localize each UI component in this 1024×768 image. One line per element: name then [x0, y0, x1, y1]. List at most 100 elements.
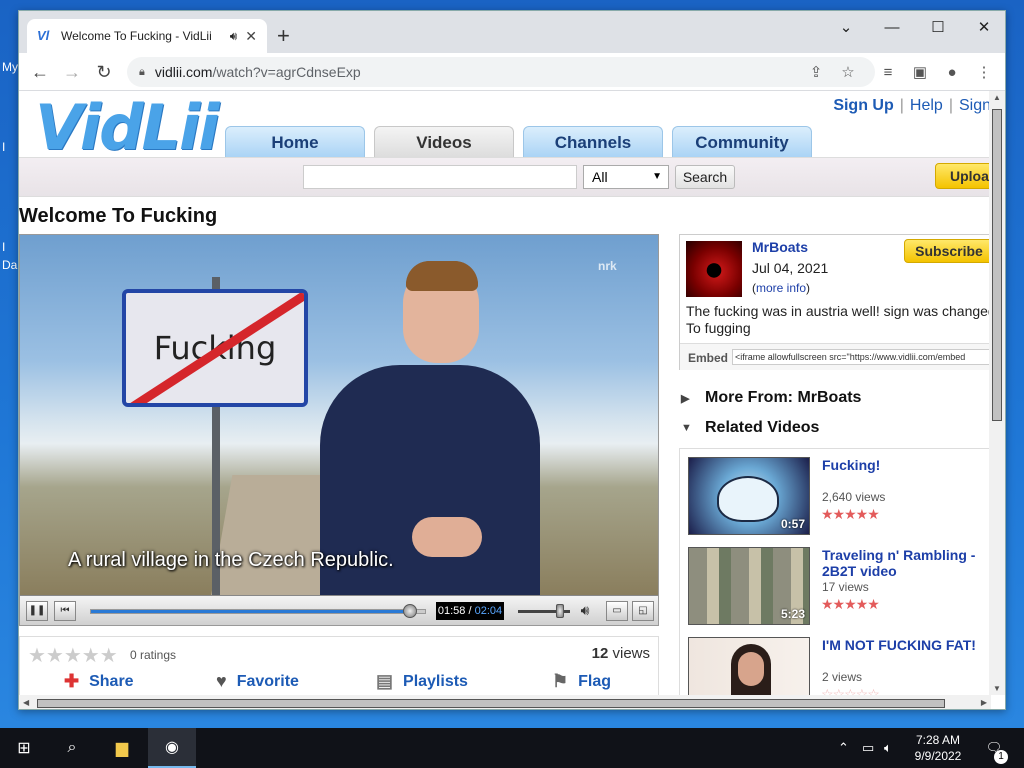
fullscreen-icon[interactable]: ◱ — [632, 601, 654, 621]
more-from-header[interactable]: ▶ More From: MrBoats — [681, 389, 861, 407]
tab-search-chevron-icon[interactable]: ⌄ — [823, 11, 869, 43]
related-title[interactable]: I'M NOT FUCKING FAT! — [822, 637, 988, 653]
related-video-item[interactable]: 5:23 Traveling n' Rambling - 2B2T video … — [688, 547, 988, 627]
uploader-panel: ● MrBoats Jul 04, 2021 (more info) Subsc… — [679, 234, 991, 370]
video-player[interactable]: Fucking nrk A rural village in the Czech… — [19, 234, 659, 626]
address-bar[interactable]: 🔒︎ vidlii.com/watch?v=agrCdnseExp — [127, 57, 875, 87]
rating-stars[interactable]: ★★★★★ — [28, 643, 118, 668]
triangle-down-icon: ▼ — [681, 422, 692, 434]
video-thumbnail[interactable] — [688, 637, 810, 695]
chrome-icon[interactable]: ◉ — [148, 728, 196, 768]
volume-icon[interactable]: 🔊︎ — [574, 601, 596, 621]
volume-tray-icon[interactable]: 🔈︎ — [884, 728, 892, 768]
related-videos-header[interactable]: ▼ Related Videos — [681, 419, 819, 437]
related-stars: ★★★★★ — [821, 506, 880, 522]
related-label: Related Videos — [705, 419, 820, 436]
presenter-hair-front — [406, 261, 478, 291]
related-title[interactable]: Fucking! — [822, 457, 988, 473]
related-videos-list: 0:57 Fucking! 2,640 views ★★★★★ 5:23 Tra… — [679, 448, 991, 695]
side-panel-icon[interactable]: ▣ — [909, 61, 931, 83]
desktop-icon-label[interactable]: I — [2, 140, 5, 154]
embed-row: Embed <iframe allowfullscreen src="https… — [680, 343, 991, 370]
video-subtitle: A rural village in the Czech Republic. — [68, 549, 394, 571]
page-content: VidLii Sign Up | Help | Sign Home Videos Cha… — [19, 91, 991, 695]
related-video-item[interactable]: I'M NOT FUCKING FAT! 2 views ☆☆☆☆☆ — [688, 637, 988, 695]
playlist-icon: ▤ — [376, 671, 394, 691]
taskbar-clock[interactable]: 7:28 AM 9/9/2022 — [906, 732, 970, 764]
browser-toolbar: ← → ↻ 🔒︎ vidlii.com/watch?v=agrCdnseExp … — [19, 53, 1005, 91]
browser-tab[interactable]: Vl Welcome To Fucking - VidLii 🔊︎ ✕ — [27, 19, 267, 53]
scroll-up-icon[interactable]: ▲ — [993, 93, 1001, 102]
uploader-name[interactable]: MrBoats — [752, 239, 808, 255]
playlists-label: Playlists — [403, 672, 468, 690]
minimize-icon[interactable]: — — [869, 11, 915, 43]
lock-icon[interactable]: 🔒︎ — [139, 66, 145, 79]
related-video-item[interactable]: 0:57 Fucking! 2,640 views ★★★★★ — [688, 457, 988, 537]
media-control-icon[interactable]: ≡ — [877, 61, 899, 83]
flag-button[interactable]: ⚑ Flag — [552, 671, 611, 692]
new-tab-icon[interactable]: + — [277, 23, 290, 49]
share-icon[interactable]: ⇪ — [805, 61, 827, 83]
pause-icon[interactable]: ❚❚ — [26, 601, 48, 621]
scroll-down-icon[interactable]: ▼ — [993, 684, 1001, 693]
embed-code-field[interactable]: <iframe allowfullscreen src="https://www… — [732, 349, 990, 365]
time-display: 01:58 / 02:04 — [436, 602, 504, 620]
sign-in-link[interactable]: Sign — [959, 97, 991, 114]
tray-chevron-icon[interactable]: ⌃ — [838, 728, 849, 768]
video-frame[interactable]: Fucking nrk A rural village in the Czech… — [20, 235, 658, 595]
speaker-icon[interactable]: 🔊︎ — [230, 29, 238, 44]
bookmark-star-icon[interactable]: ☆ — [837, 61, 859, 83]
close-tab-icon[interactable]: ✕ — [245, 28, 257, 45]
horizontal-scrollbar[interactable]: ◀ ▶ — [19, 695, 991, 709]
profile-avatar-icon[interactable]: ● — [941, 61, 963, 83]
scroll-left-icon[interactable]: ◀ — [23, 698, 29, 707]
nav-tab-channels[interactable]: Channels — [523, 126, 663, 158]
video-thumbnail[interactable]: 0:57 — [688, 457, 810, 535]
popout-icon[interactable]: ▭ — [606, 601, 628, 621]
upload-button[interactable]: Upload — [935, 163, 991, 189]
duration: 02:04 — [474, 605, 503, 617]
desktop-icon-label[interactable]: I — [2, 240, 5, 254]
close-window-icon[interactable]: ✕ — [961, 11, 1005, 43]
help-link[interactable]: Help — [910, 97, 943, 114]
video-thumbnail[interactable]: 5:23 — [688, 547, 810, 625]
scroll-right-icon[interactable]: ▶ — [981, 698, 987, 707]
reload-icon[interactable]: ↻ — [91, 59, 117, 85]
related-title[interactable]: Traveling n' Rambling - 2B2T video — [822, 547, 988, 579]
windows-start-icon[interactable]: ⊞ — [0, 728, 48, 768]
nav-tab-community[interactable]: Community — [672, 126, 812, 158]
vidlii-logo[interactable]: VidLii — [35, 95, 220, 161]
skip-back-icon[interactable]: ⏮︎ — [54, 601, 76, 621]
desktop-icon-label[interactable]: Da — [2, 258, 17, 272]
seek-handle[interactable] — [402, 604, 417, 618]
search-category-select[interactable]: All ▼ — [583, 165, 669, 189]
menu-kebab-icon[interactable]: ⋮ — [973, 61, 995, 83]
uploader-avatar[interactable]: ● — [686, 241, 742, 297]
horizontal-scroll-thumb[interactable] — [37, 699, 945, 708]
player-controls: ❚❚ ⏮︎ 01:58 / 02:04 🔊︎ ▭ ◱ — [20, 595, 658, 625]
playlists-button[interactable]: ▤ Playlists — [376, 671, 468, 692]
file-explorer-icon[interactable]: ▆ — [98, 728, 146, 768]
nav-tab-home[interactable]: Home — [225, 126, 365, 158]
favorite-button[interactable]: ♥ Favorite — [216, 671, 299, 692]
volume-handle[interactable] — [555, 604, 564, 618]
search-icon[interactable]: ⌕ — [48, 728, 96, 768]
subscribe-button[interactable]: Subscribe — [904, 239, 991, 263]
more-info-link[interactable]: more info — [756, 281, 806, 295]
url-host: vidlii.com — [154, 64, 213, 80]
search-button[interactable]: Search — [675, 165, 735, 189]
nav-tab-videos[interactable]: Videos — [374, 126, 514, 158]
forward-icon[interactable]: → — [59, 59, 85, 85]
description-text: The fucking was in austria well! sign wa… — [686, 303, 990, 336]
seek-bar[interactable] — [90, 609, 426, 614]
vertical-scrollbar[interactable]: ▲ ▼ — [989, 91, 1005, 695]
favorite-label: Favorite — [236, 672, 299, 690]
share-button[interactable]: ✚ Share — [64, 671, 134, 692]
search-input[interactable] — [303, 165, 577, 189]
maximize-icon[interactable]: ☐ — [915, 11, 961, 43]
back-icon[interactable]: ← — [27, 59, 53, 85]
network-icon[interactable]: ▭ — [862, 728, 874, 768]
vertical-scroll-thumb[interactable] — [992, 109, 1002, 421]
desktop-icon-label[interactable]: My — [2, 60, 18, 74]
sign-up-link[interactable]: Sign Up — [833, 97, 893, 114]
